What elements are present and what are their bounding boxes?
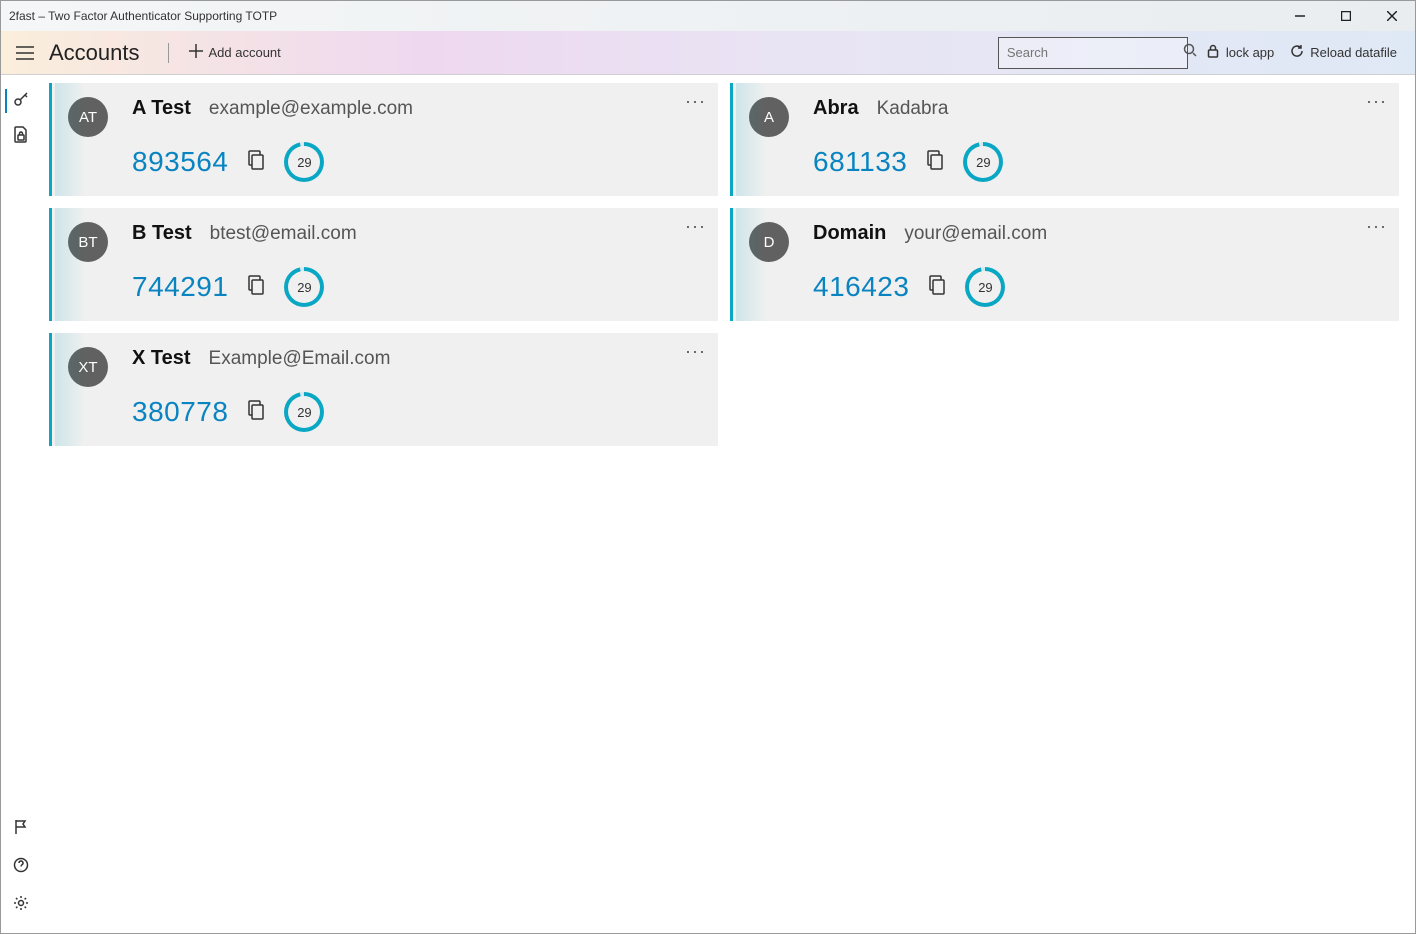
account-card[interactable]: XT X Test Example@Email.com 380778 29 ··… xyxy=(49,333,718,446)
account-avatar: AT xyxy=(68,97,108,137)
sidebar-item-feedback[interactable] xyxy=(5,811,37,847)
file-lock-icon xyxy=(13,126,29,149)
more-button[interactable]: ··· xyxy=(685,341,706,362)
totp-code: 681133 xyxy=(813,146,907,178)
lock-app-button[interactable]: lock app xyxy=(1198,37,1282,69)
flag-icon xyxy=(13,819,29,840)
account-username: Kadabra xyxy=(877,98,949,120)
close-button[interactable] xyxy=(1369,1,1415,31)
titlebar: 2fast – Two Factor Authenticator Support… xyxy=(1,1,1415,31)
sidebar-item-accounts[interactable] xyxy=(5,83,37,119)
reload-button[interactable]: Reload datafile xyxy=(1282,37,1405,69)
lock-icon xyxy=(1206,44,1220,61)
window-title: 2fast – Two Factor Authenticator Support… xyxy=(9,9,1277,23)
gear-icon xyxy=(13,895,29,916)
add-account-button[interactable]: Add account xyxy=(181,37,289,69)
totp-code: 416423 xyxy=(813,271,909,303)
app-window: 2fast – Two Factor Authenticator Support… xyxy=(0,0,1416,934)
page-title: Accounts xyxy=(49,40,140,66)
account-username: Example@Email.com xyxy=(209,348,391,370)
countdown-timer: 29 xyxy=(963,142,1003,182)
account-avatar: BT xyxy=(68,222,108,262)
countdown-timer: 29 xyxy=(284,267,324,307)
window-controls xyxy=(1277,1,1415,31)
totp-code: 744291 xyxy=(132,271,228,303)
maximize-button[interactable] xyxy=(1323,1,1369,31)
refresh-icon xyxy=(1290,44,1304,61)
account-name: Abra xyxy=(813,97,859,120)
copy-button[interactable] xyxy=(925,149,945,176)
reload-label: Reload datafile xyxy=(1310,45,1397,60)
sidebar xyxy=(1,75,41,933)
account-card[interactable]: BT B Test btest@email.com 744291 29 ··· xyxy=(49,208,718,321)
minimize-button[interactable] xyxy=(1277,1,1323,31)
copy-button[interactable] xyxy=(246,274,266,301)
more-button[interactable]: ··· xyxy=(685,91,706,112)
add-account-label: Add account xyxy=(209,45,281,60)
divider xyxy=(168,43,169,63)
sidebar-item-help[interactable] xyxy=(5,849,37,885)
account-card[interactable]: D Domain your@email.com 416423 29 ··· xyxy=(730,208,1399,321)
account-avatar: XT xyxy=(68,347,108,387)
accounts-area: AT A Test example@example.com 893564 29 … xyxy=(41,75,1415,933)
more-button[interactable]: ··· xyxy=(1366,216,1387,237)
account-name: B Test xyxy=(132,222,192,245)
sidebar-item-settings[interactable] xyxy=(5,887,37,923)
copy-button[interactable] xyxy=(246,149,266,176)
account-name: Domain xyxy=(813,222,886,245)
sidebar-item-datafile[interactable] xyxy=(5,119,37,155)
account-card[interactable]: A Abra Kadabra 681133 29 ··· xyxy=(730,83,1399,196)
key-icon xyxy=(12,90,30,113)
account-card[interactable]: AT A Test example@example.com 893564 29 … xyxy=(49,83,718,196)
toolbar: Accounts Add account lock app Reload d xyxy=(1,31,1415,75)
search-box[interactable] xyxy=(998,37,1188,69)
accounts-grid: AT A Test example@example.com 893564 29 … xyxy=(49,83,1399,446)
account-name: X Test xyxy=(132,347,191,370)
account-avatar: A xyxy=(749,97,789,137)
search-input[interactable] xyxy=(1007,45,1183,60)
more-button[interactable]: ··· xyxy=(685,216,706,237)
search-icon xyxy=(1183,43,1197,62)
menu-button[interactable] xyxy=(5,33,45,73)
account-avatar: D xyxy=(749,222,789,262)
plus-icon xyxy=(189,44,203,61)
account-name: A Test xyxy=(132,97,191,120)
account-username: example@example.com xyxy=(209,98,413,120)
copy-button[interactable] xyxy=(246,399,266,426)
countdown-timer: 29 xyxy=(284,392,324,432)
totp-code: 380778 xyxy=(132,396,228,428)
account-username: your@email.com xyxy=(904,223,1047,245)
countdown-timer: 29 xyxy=(965,267,1005,307)
help-icon xyxy=(13,857,29,878)
account-username: btest@email.com xyxy=(210,223,357,245)
totp-code: 893564 xyxy=(132,146,228,178)
countdown-timer: 29 xyxy=(284,142,324,182)
copy-button[interactable] xyxy=(927,274,947,301)
lock-app-label: lock app xyxy=(1226,45,1274,60)
more-button[interactable]: ··· xyxy=(1366,91,1387,112)
